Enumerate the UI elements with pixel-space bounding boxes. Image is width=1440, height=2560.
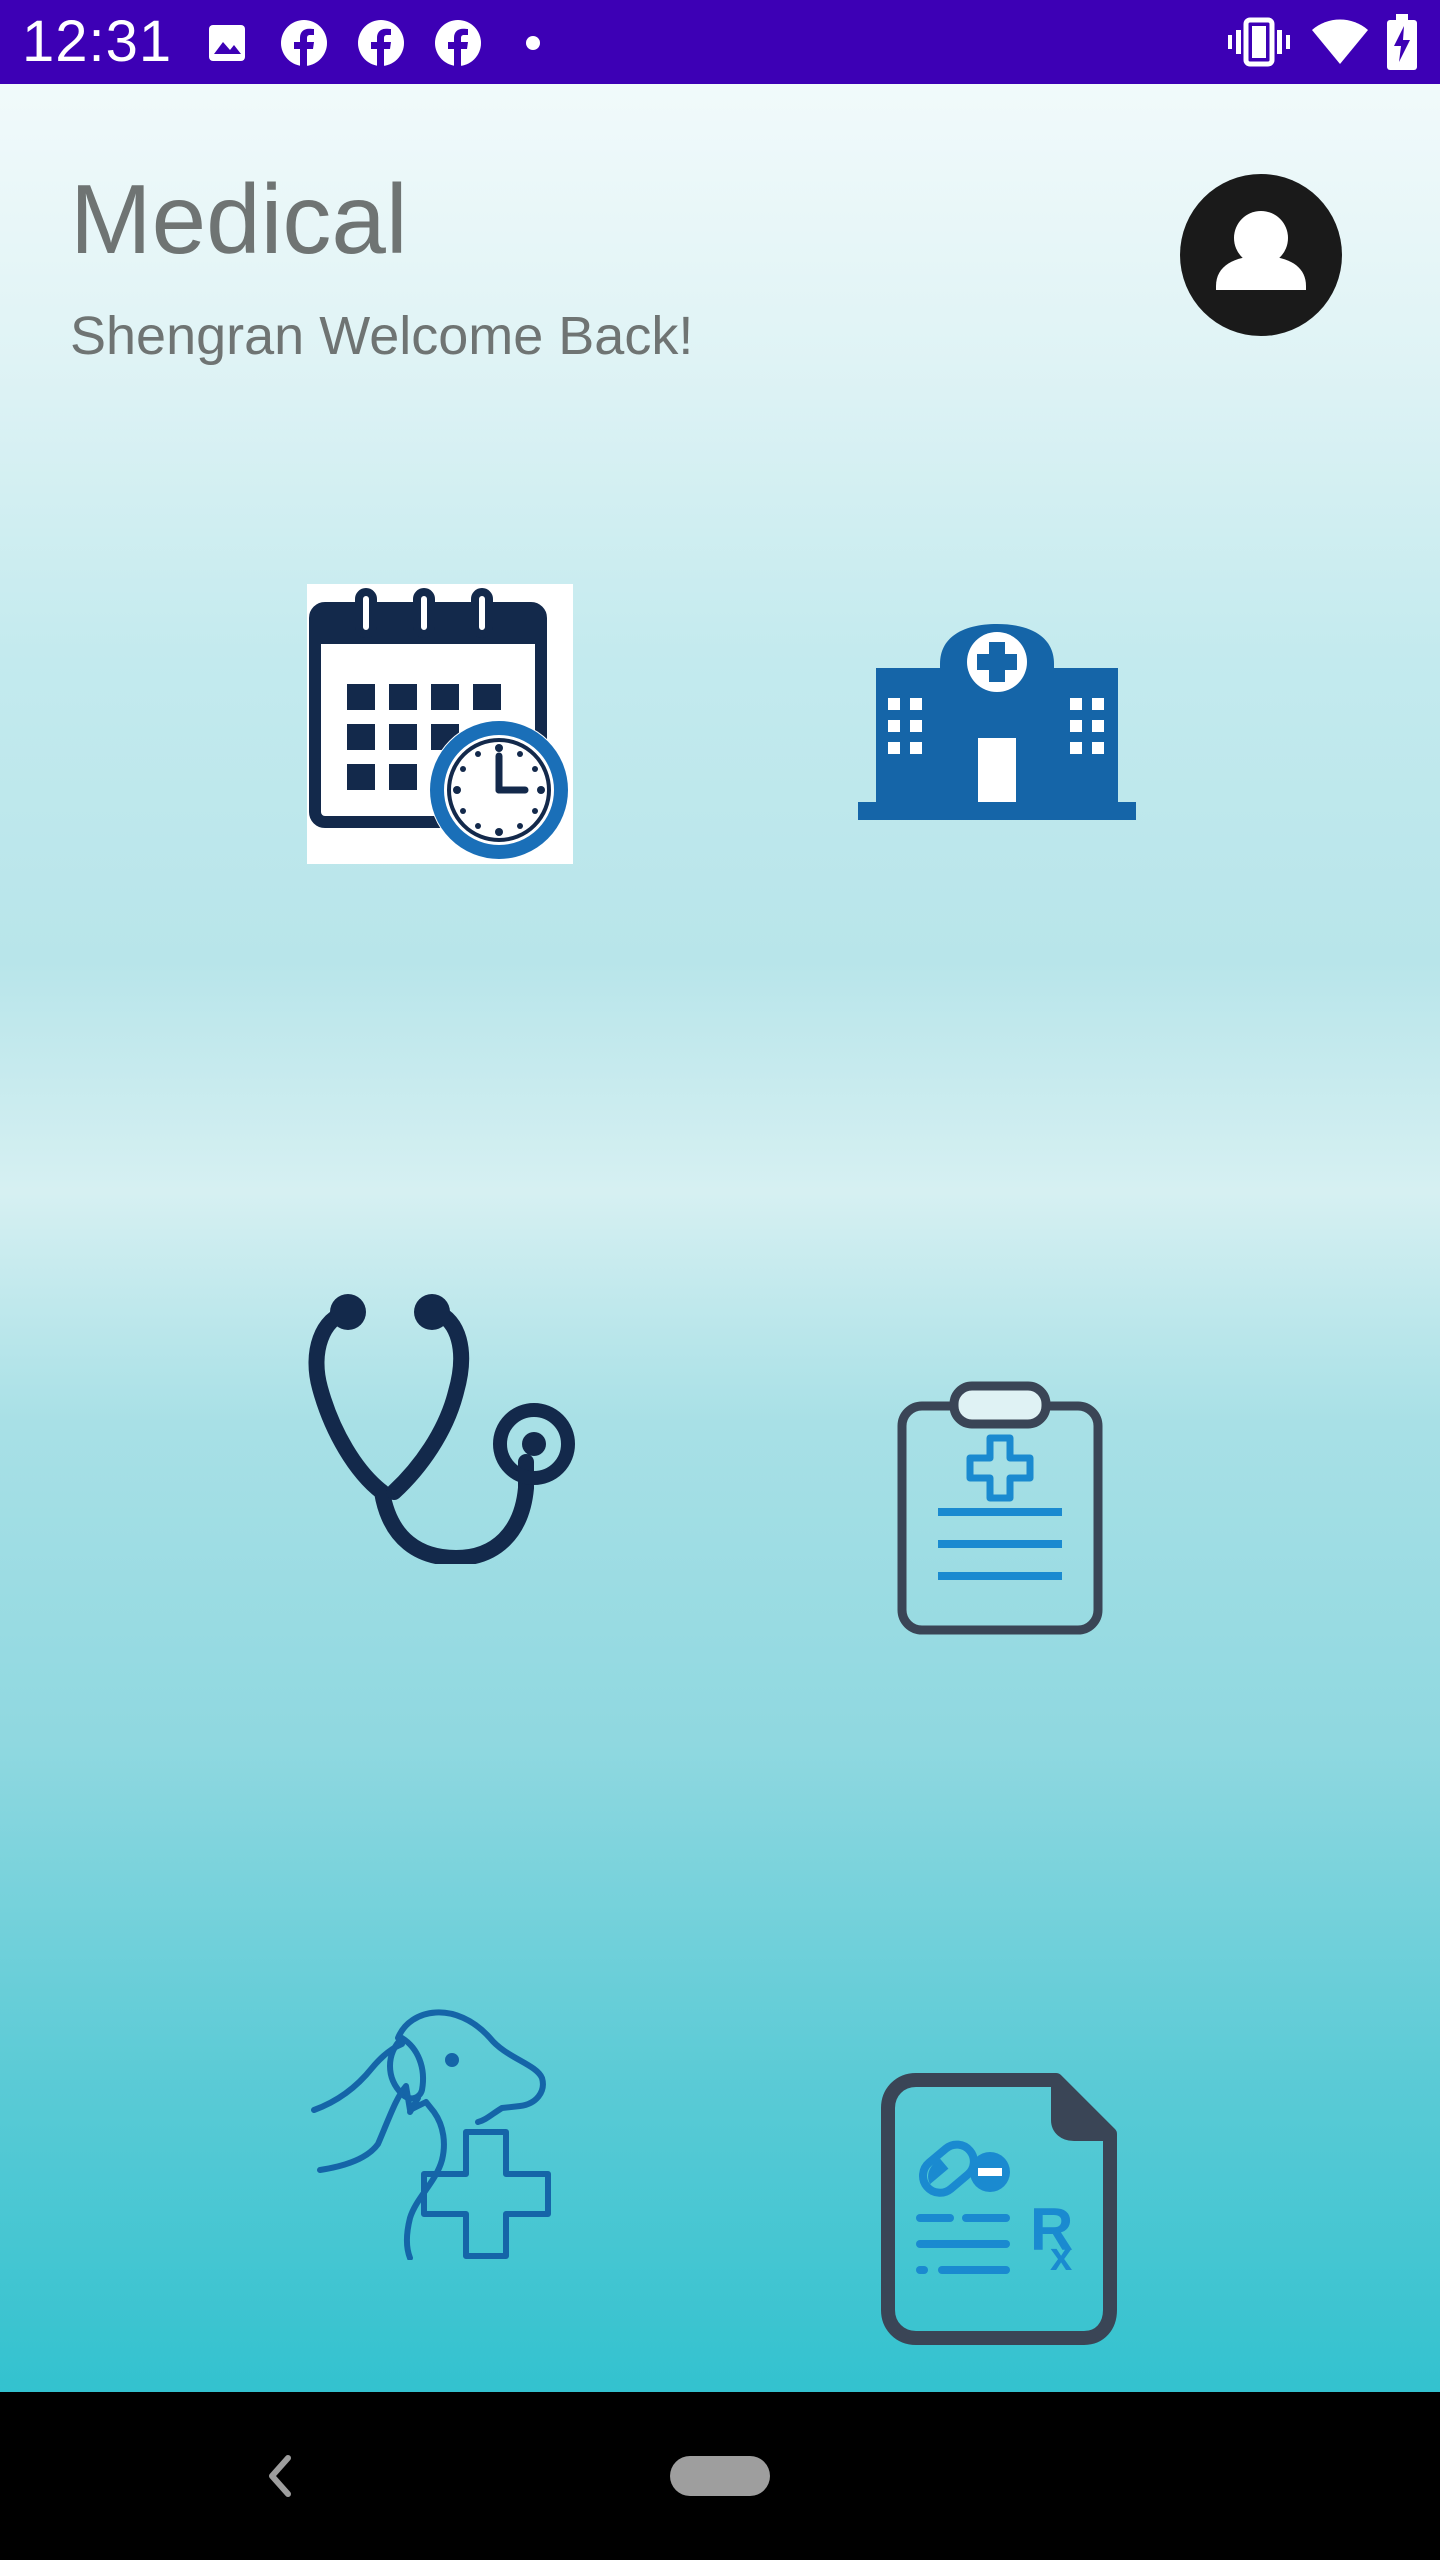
back-chevron-icon <box>269 2455 291 2497</box>
dot-icon <box>526 36 540 50</box>
image-icon <box>209 25 245 61</box>
hospital-icon <box>858 624 1136 820</box>
battery-charging-icon <box>1387 14 1417 70</box>
back-button[interactable] <box>250 2436 310 2516</box>
appointments-tile[interactable] <box>307 584 573 864</box>
medical-clipboard-icon <box>897 1381 1103 1635</box>
facebook-icon <box>281 20 327 66</box>
status-time: 12:31 <box>22 9 173 74</box>
doctors-tile[interactable] <box>300 1292 580 1566</box>
home-screen: Medical Shengran Welcome Back! R x <box>0 84 1440 2392</box>
vibrate-icon <box>1228 17 1290 67</box>
prescription-icon: R x <box>881 2073 1117 2345</box>
phone-screen: 12:31 Medical Shengran Welcome Back! R x <box>0 0 1440 2560</box>
navigation-bar <box>0 2392 1440 2560</box>
welcome-message: Shengran Welcome Back! <box>70 306 694 366</box>
page-title: Medical <box>70 164 408 274</box>
status-bar: 12:31 <box>0 0 1440 84</box>
hospitals-tile[interactable] <box>858 624 1136 820</box>
svg-text:x: x <box>1050 2235 1072 2279</box>
home-pill-icon[interactable] <box>670 2456 770 2496</box>
facebook-icon <box>358 20 404 66</box>
wifi-icon <box>1312 19 1368 64</box>
profile-button[interactable] <box>1180 174 1342 336</box>
stethoscope-icon <box>308 1294 575 1566</box>
prescriptions-tile[interactable]: R x <box>880 2072 1118 2346</box>
user-avatar-icon <box>1216 211 1306 290</box>
pet-care-tile[interactable] <box>306 1998 572 2261</box>
pet-care-icon <box>311 2009 551 2261</box>
facebook-icon <box>435 20 481 66</box>
calendar-clock-icon <box>307 584 573 864</box>
medical-records-tile[interactable] <box>896 1380 1104 1636</box>
